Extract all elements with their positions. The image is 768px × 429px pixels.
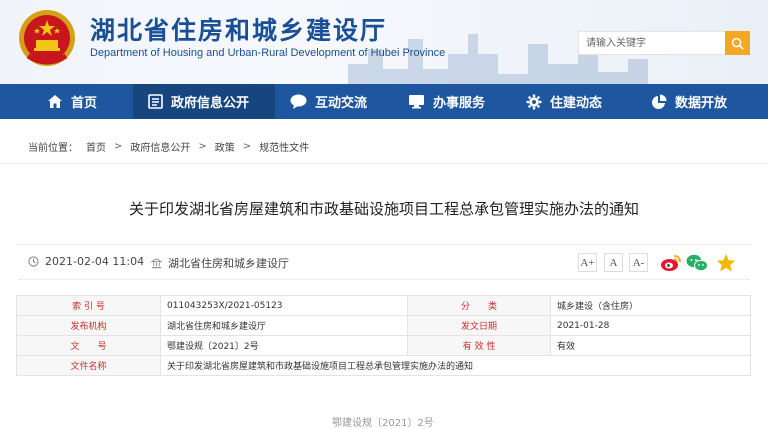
index-number-label: 索 引 号 bbox=[16, 295, 161, 316]
search-button[interactable] bbox=[725, 31, 750, 55]
clock-icon bbox=[28, 256, 39, 267]
publish-date: 2021-02-04 11:04 bbox=[28, 255, 144, 268]
national-emblem-icon bbox=[19, 10, 75, 66]
wechat-share-icon[interactable] bbox=[686, 253, 708, 273]
table-row: 索 引 号 011043253X/2021-05123 分 类 城乡建设（含住房… bbox=[16, 295, 751, 316]
nav-item-open-data[interactable]: 数据开放 bbox=[625, 84, 768, 119]
favorite-star-icon[interactable] bbox=[715, 253, 737, 273]
breadcrumb-home[interactable]: 首页 bbox=[86, 139, 106, 154]
monitor-icon bbox=[409, 95, 424, 109]
nav-label-news: 住建动态 bbox=[550, 96, 603, 111]
validity-label: 有 效 性 bbox=[407, 335, 551, 356]
category-label: 分 类 bbox=[407, 295, 551, 316]
document-name-label: 文件名称 bbox=[16, 355, 161, 376]
search-icon bbox=[731, 37, 744, 50]
nav-item-news[interactable]: 住建动态 bbox=[510, 84, 625, 119]
table-row: 发布机构 湖北省住房和城乡建设厅 发文日期 2021-01-28 bbox=[16, 315, 751, 336]
publisher-value: 湖北省住房和城乡建设厅 bbox=[160, 315, 408, 336]
publish-date-text: 2021-02-04 11:04 bbox=[45, 255, 145, 268]
nav-label-home: 首页 bbox=[71, 96, 98, 111]
font-size-decrease-button[interactable]: A- bbox=[629, 253, 648, 272]
article-meta-bar: 2021-02-04 11:04 湖北省住房和城乡建设厅 A+ A A- bbox=[18, 244, 750, 280]
breadcrumb-separator: > bbox=[242, 141, 252, 152]
document-info-table: 索 引 号 011043253X/2021-05123 分 类 城乡建设（含住房… bbox=[16, 295, 751, 376]
font-size-normal-button[interactable]: A bbox=[604, 253, 623, 272]
issue-date-value: 2021-01-28 bbox=[550, 315, 751, 336]
issue-date-label: 发文日期 bbox=[407, 315, 551, 336]
weibo-share-icon[interactable] bbox=[660, 253, 682, 273]
index-number-value: 011043253X/2021-05123 bbox=[160, 295, 408, 316]
breadcrumb-government-info[interactable]: 政府信息公开 bbox=[130, 139, 190, 154]
table-row: 文 号 鄂建设规〔2021〕2号 有 效 性 有效 bbox=[16, 335, 751, 356]
document-list-icon bbox=[148, 94, 163, 109]
nav-item-government-info[interactable]: 政府信息公开 bbox=[133, 84, 275, 119]
site-subtitle: Department of Housing and Urban-Rural De… bbox=[90, 47, 446, 59]
breadcrumb-normative-docs[interactable]: 规范性文件 bbox=[259, 139, 309, 154]
breadcrumb-policy[interactable]: 政策 bbox=[215, 139, 235, 154]
article-title: 关于印发湖北省房屋建筑和市政基础设施项目工程总承包管理实施办法的通知 bbox=[128, 200, 639, 218]
table-row: 文件名称 关于印发湖北省房屋建筑和市政基础设施项目工程总承包管理实施办法的通知 bbox=[16, 355, 751, 376]
document-name-value: 关于印发湖北省房屋建筑和市政基础设施项目工程总承包管理实施办法的通知 bbox=[160, 355, 751, 376]
document-number-label: 文 号 bbox=[16, 335, 161, 356]
search-box bbox=[578, 31, 750, 55]
breadcrumb-prefix: 当前位置： bbox=[28, 143, 78, 154]
nav-item-services[interactable]: 办事服务 bbox=[392, 84, 510, 119]
font-size-increase-button[interactable]: A+ bbox=[578, 253, 597, 272]
divider bbox=[0, 163, 768, 164]
nav-label-open-data: 数据开放 bbox=[675, 96, 728, 111]
validity-value: 有效 bbox=[550, 335, 751, 356]
category-value: 城乡建设（含住房） bbox=[550, 295, 751, 316]
article-source: 湖北省住房和城乡建设厅 bbox=[151, 255, 289, 271]
gear-icon bbox=[526, 94, 542, 109]
nav-item-interaction[interactable]: 互动交流 bbox=[275, 84, 392, 119]
nav-label-government-info: 政府信息公开 bbox=[171, 96, 250, 111]
document-number-value: 鄂建设规〔2021〕2号 bbox=[160, 335, 408, 356]
nav-label-interaction: 互动交流 bbox=[315, 96, 368, 111]
nav-label-services: 办事服务 bbox=[433, 96, 486, 111]
chat-bubble-icon bbox=[290, 94, 307, 109]
article-source-text: 湖北省住房和城乡建设厅 bbox=[168, 257, 289, 270]
breadcrumb-separator: > bbox=[198, 141, 207, 152]
site-header: 湖北省住房和城乡建设厅 Department of Housing and Ur… bbox=[0, 0, 768, 84]
breadcrumb-separator: > bbox=[114, 141, 123, 152]
pie-chart-icon bbox=[652, 94, 667, 109]
home-icon bbox=[48, 95, 62, 108]
search-input[interactable] bbox=[579, 32, 727, 54]
nav-item-home[interactable]: 首页 bbox=[0, 84, 133, 119]
breadcrumb: 当前位置： 首页 > 政府信息公开 > 政策 > 规范性文件 bbox=[28, 139, 309, 154]
building-icon bbox=[151, 257, 162, 268]
main-nav: 首页 政府信息公开 互动交流 办事服务 住建动态 数据开放 bbox=[0, 84, 768, 119]
publisher-label: 发布机构 bbox=[16, 315, 161, 336]
site-title[interactable]: 湖北省住房和城乡建设厅 bbox=[90, 11, 387, 47]
